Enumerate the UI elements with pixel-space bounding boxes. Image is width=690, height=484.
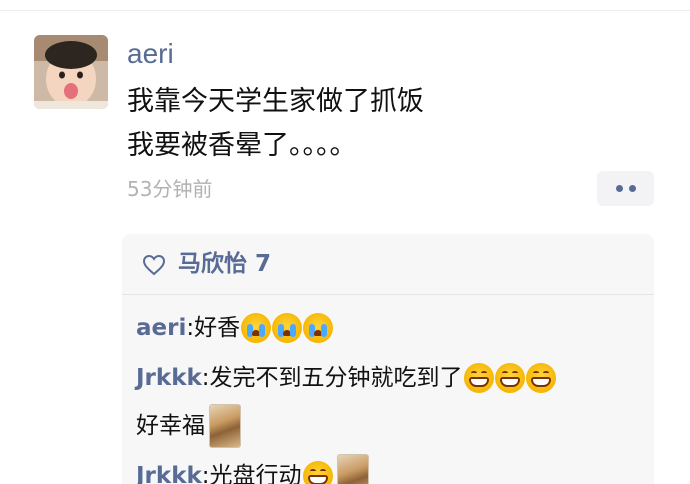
crying-face-icon [241,313,272,343]
top-divider [0,10,690,11]
comment-text: 发完不到五分钟就吃到了 [209,365,463,391]
comment-item-continued: 好幸福 [136,404,241,448]
food-sticker-image[interactable] [209,404,241,448]
comment-separator: : [186,315,195,341]
crying-face-icon [272,313,303,343]
more-dot-icon [615,185,623,192]
post-author-name[interactable]: aeri [127,36,174,72]
comment-author[interactable]: Jrkkk [136,362,202,394]
grinning-face-icon [494,363,525,393]
crying-face-icon [303,313,334,343]
grinning-face-icon [525,363,556,393]
food-sticker-image[interactable] [336,454,369,484]
heart-icon [142,254,166,276]
avatar[interactable] [34,35,108,109]
post-text-line-2: 我要被香晕了。。。。 [127,130,357,161]
comment-text-continued: 好幸福 [136,413,205,439]
likes-divider [122,294,654,295]
comment-author[interactable]: Jrkkk [136,460,202,484]
post-timestamp: 53分钟前 [127,177,213,201]
comment-item[interactable]: Jrkkk : 发完不到五分钟就吃到了 [136,362,556,394]
comment-item[interactable]: Jrkkk : 光盘行动 [136,454,369,484]
comment-text: 好香 [194,315,241,341]
avatar-photo [34,35,108,109]
likes-names[interactable]: 马欣怡 7 [178,247,271,281]
comment-separator: : [201,463,210,484]
likes-row: 马欣怡 7 [122,234,654,294]
post-text-line-1: 我靠今天学生家做了抓饭 [127,86,424,117]
comment-separator: : [201,365,210,391]
more-actions-button[interactable] [597,171,654,206]
grinning-face-icon [302,461,333,484]
comment-section: 马欣怡 7 aeri : 好香 Jrkkk : 发完不到五分钟就吃到了 好幸福 … [122,234,654,484]
comment-item[interactable]: aeri : 好香 [136,312,334,344]
comment-text: 光盘行动 [209,463,302,484]
more-dot-icon [628,185,636,192]
grinning-face-icon [463,363,494,393]
comment-author[interactable]: aeri [136,312,186,344]
